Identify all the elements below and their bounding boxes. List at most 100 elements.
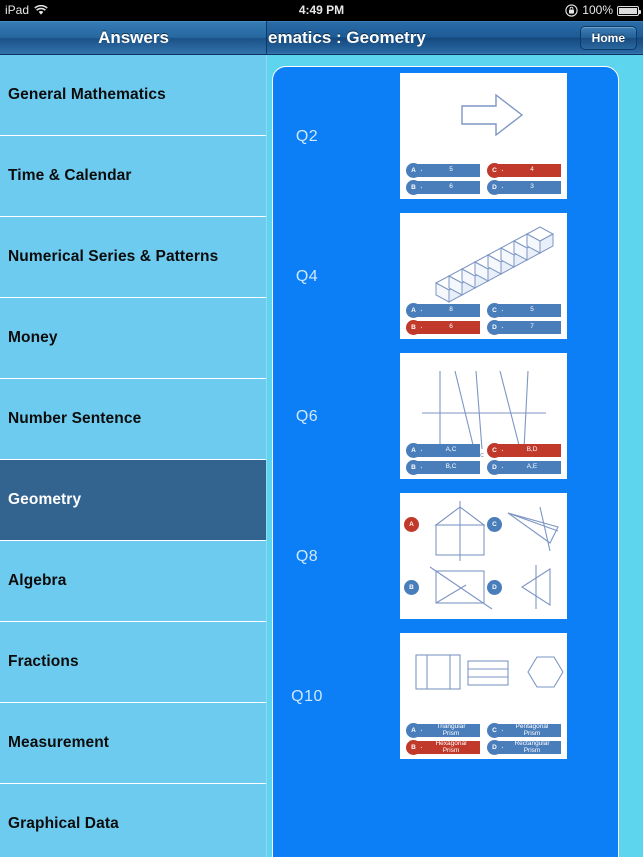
answer-ribbon-d[interactable]: D A,E (487, 460, 561, 475)
answer-text-value: Pentagonal Prism (515, 722, 549, 737)
navigation-bar: Answers ematics : Geometry Home (0, 21, 643, 55)
answer-letter-badge: B (406, 740, 421, 755)
rotation-lock-icon (565, 4, 578, 17)
answer-text: Triangular Prism (414, 724, 480, 737)
answer-ribbon-b[interactable]: B6 (406, 320, 480, 335)
question-card[interactable]: A8C5B6D7 (400, 213, 567, 339)
answer-ribbon-d[interactable]: D3 (487, 180, 561, 195)
answer-text: 3 (495, 181, 561, 194)
category-sidebar[interactable]: General Mathematics Time & Calendar Numeri… (0, 55, 267, 857)
answer-text-value: 5 (449, 166, 453, 174)
answer-letter-badge: B (406, 180, 421, 195)
sidebar-item-label: Time & Calendar (8, 167, 132, 184)
answer-options: A C B D (400, 493, 567, 619)
question-label: Q6 (295, 408, 319, 425)
answer-letter-badge: D (487, 180, 502, 195)
answer-letter-badge: D (487, 740, 502, 755)
question-row: Q2 A 5 C 4 B 6 D 3 (273, 67, 618, 207)
ipad-app-screen: iPad 4:49 PM 100% Answers ematics: Geom… (0, 0, 643, 857)
home-button[interactable]: Home (579, 26, 637, 50)
answer-text-value: Rectangular Prism (514, 739, 550, 754)
answer-text: B,D (495, 444, 561, 457)
sidebar-item-label: Graphical Data (8, 815, 119, 832)
answer-letter-badge-a[interactable]: A (404, 517, 419, 532)
answer-ribbon-a[interactable]: A5 (406, 163, 480, 178)
answer-text-value: B,C (445, 463, 457, 471)
sidebar-item-label: Measurement (8, 734, 110, 751)
sidebar-item-label: Algebra (8, 572, 67, 589)
answer-letter-badge-d[interactable]: D (487, 580, 502, 595)
question-label: Q4 (295, 268, 319, 285)
answer-letter-badge: D (487, 460, 502, 475)
question-label: Q8 (295, 548, 319, 565)
sidebar-item-numerical-series-patterns[interactable]: Numerical Series & Patterns (0, 217, 266, 298)
question-row: Q6ABCDEAA,CCB,DBB,CDA,E (273, 347, 618, 487)
question-card[interactable]: A5C4B6D3 (400, 73, 567, 199)
sidebar-item-label: Geometry (8, 491, 82, 508)
sidebar-item-measurement[interactable]: Measurement (0, 703, 266, 784)
answer-text-value: Hexagonal Prism (435, 739, 467, 754)
sidebar-item-graphical-data[interactable]: Graphical Data (0, 784, 266, 857)
answer-letter-badge: C (487, 163, 502, 178)
answer-text-value: 3 (530, 183, 534, 191)
battery-percent-label: 100% (582, 3, 613, 17)
sidebar-item-label: General Mathematics (8, 86, 166, 103)
answer-text: B,C (414, 461, 480, 474)
question-card[interactable]: A Triangular Prism C Pentagonal Prism B Hexag… (400, 633, 567, 759)
status-bar-right: 100% (565, 0, 641, 21)
sidebar-item-label: Fractions (8, 653, 79, 670)
answer-ribbon-a[interactable]: A Triangular Prism (406, 723, 480, 738)
answer-ribbon-c[interactable]: C4 (487, 163, 561, 178)
answer-ribbon-c[interactable]: C B,D (487, 443, 561, 458)
sidebar-item-fractions[interactable]: Fractions (0, 622, 266, 703)
answer-text: 6 (414, 321, 480, 334)
answer-text: 6 (414, 181, 480, 194)
question-row: Q4 A 8 C 5 B 6 D 7 (273, 207, 618, 347)
answer-options: A5C4B6D3 (406, 163, 561, 195)
answer-letter-badge: D (487, 320, 502, 335)
answer-ribbon-a[interactable]: A8 (406, 303, 480, 318)
answer-text-value: B,D (526, 446, 538, 454)
answer-text: Rectangular Prism (495, 741, 561, 754)
sidebar-item-label: Number Sentence (8, 410, 142, 427)
answer-letter-badge: A (406, 163, 421, 178)
answer-letter-badge: B (406, 320, 421, 335)
sidebar-item-money[interactable]: Money (0, 298, 266, 379)
sidebar-item-label: Money (8, 329, 58, 346)
question-card[interactable]: A C B D (400, 493, 567, 619)
answer-ribbon-d[interactable]: D Rectangular Prism (487, 740, 561, 755)
ios-status-bar: iPad 4:49 PM 100% (0, 0, 643, 21)
answer-ribbon-b[interactable]: B Hexagonal Prism (406, 740, 480, 755)
answers-content-panel: Q2A5C4B6D3Q4A8C5B6D7Q6ABCDEAA,CCB,DBB,CD… (272, 66, 619, 857)
sidebar-item-number-sentence[interactable]: Number Sentence (0, 379, 266, 460)
answer-letter-badge: C (487, 723, 502, 738)
question-card[interactable]: ABCDEAA,CCB,DBB,CDA,E (400, 353, 567, 479)
sidebar-item-general-mathematics[interactable]: General Mathematics (0, 55, 266, 136)
answer-ribbon-d[interactable]: D7 (487, 320, 561, 335)
answer-ribbon-b[interactable]: B6 (406, 180, 480, 195)
answer-ribbon-c[interactable]: C5 (487, 303, 561, 318)
sidebar-item-label: Numerical Series & Patterns (8, 248, 219, 265)
answer-text: A,C (414, 444, 480, 457)
answer-text: 7 (495, 321, 561, 334)
question-row: Q10 A Triangular Prism C Pentagonal Prism B He… (273, 627, 618, 767)
answer-text: 8 (414, 304, 480, 317)
body-area: General Mathematics Time & Calendar Numeri… (0, 55, 643, 857)
answer-letter-badge-c[interactable]: C (487, 517, 502, 532)
answer-letter-badge: C (487, 443, 502, 458)
answer-text-value: A,E (526, 463, 538, 471)
answer-ribbon-b[interactable]: B B,C (406, 460, 480, 475)
page-title: ematics : Geometry (268, 28, 426, 47)
answer-letter-badge-b[interactable]: B (404, 580, 419, 595)
answer-ribbon-a[interactable]: A A,C (406, 443, 480, 458)
answer-ribbon-c[interactable]: C Pentagonal Prism (487, 723, 561, 738)
sidebar-item-algebra[interactable]: Algebra (0, 541, 266, 622)
answer-text: Pentagonal Prism (495, 724, 561, 737)
sidebar-item-geometry[interactable]: Geometry (0, 460, 266, 541)
answer-text-value: 8 (449, 306, 453, 314)
answer-text: A,E (495, 461, 561, 474)
answer-text: 5 (495, 304, 561, 317)
battery-icon (617, 5, 641, 16)
sidebar-item-time-calendar[interactable]: Time & Calendar (0, 136, 266, 217)
question-label: Q2 (295, 128, 319, 145)
